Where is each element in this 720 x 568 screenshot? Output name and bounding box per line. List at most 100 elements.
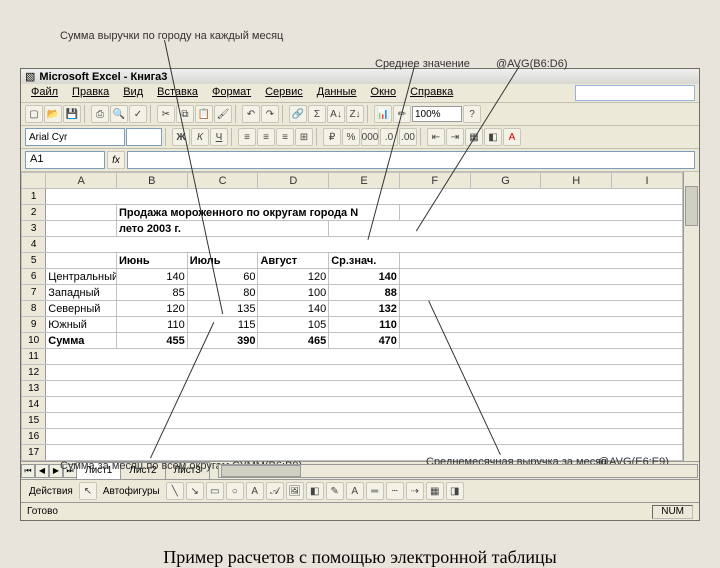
col-h[interactable]: H — [541, 173, 612, 189]
vertical-scrollbar[interactable] — [683, 172, 699, 461]
menu-data[interactable]: Данные — [311, 85, 363, 101]
align-left-icon[interactable]: ≡ — [238, 128, 256, 146]
status-bar: Готово NUM — [21, 502, 699, 520]
row-14: 14 — [22, 397, 683, 413]
window-title: Microsoft Excel - Книга3 — [39, 71, 167, 83]
merge-icon[interactable]: ⊞ — [295, 128, 313, 146]
redo-icon[interactable]: ↷ — [261, 105, 279, 123]
save-icon[interactable]: 💾 — [63, 105, 81, 123]
underline-icon[interactable]: Ч — [210, 128, 228, 146]
arrow-icon[interactable]: ↘ — [186, 482, 204, 500]
arrowstyle-icon[interactable]: ⇢ — [406, 482, 424, 500]
linestyle-icon[interactable]: ═ — [366, 482, 384, 500]
chart-icon[interactable]: 📊 — [374, 105, 392, 123]
link-icon[interactable]: 🔗 — [289, 105, 307, 123]
col-b[interactable]: B — [116, 173, 187, 189]
menu-tools[interactable]: Сервис — [259, 85, 309, 101]
fill-color-icon[interactable]: ◧ — [484, 128, 502, 146]
draw-actions[interactable]: Действия — [25, 486, 77, 497]
cell-title[interactable]: Продажа мороженного по округам города N — [116, 205, 399, 221]
row-10: 10 Сумма 455 390 465 470 — [22, 333, 683, 349]
oval-icon[interactable]: ○ — [226, 482, 244, 500]
wordart-icon[interactable]: 𝒜 — [266, 482, 284, 500]
indent-dec-icon[interactable]: ⇤ — [427, 128, 445, 146]
titlebar: ▧ Microsoft Excel - Книга3 — [21, 69, 699, 84]
menu-view[interactable]: Вид — [117, 85, 149, 101]
menu-file[interactable]: Файл — [25, 85, 64, 101]
percent-icon[interactable]: % — [342, 128, 360, 146]
row-16: 16 — [22, 429, 683, 445]
help-icon[interactable]: ? — [463, 105, 481, 123]
align-center-icon[interactable]: ≡ — [257, 128, 275, 146]
drawing-toolbar: Действия ↖ Автофигуры ╲ ↘ ▭ ○ A 𝒜 🖼 ◧ ✎ … — [21, 479, 699, 502]
sort-asc-icon[interactable]: A↓ — [327, 105, 345, 123]
rect-icon[interactable]: ▭ — [206, 482, 224, 500]
textbox-icon[interactable]: A — [246, 482, 264, 500]
3d-icon[interactable]: ◨ — [446, 482, 464, 500]
row-6: 6 Центральный 140 60 120 140 — [22, 269, 683, 285]
open-icon[interactable]: 📂 — [44, 105, 62, 123]
comma-icon[interactable]: 000 — [361, 128, 379, 146]
italic-icon[interactable]: К — [191, 128, 209, 146]
status-num: NUM — [652, 505, 693, 519]
row-12: 12 — [22, 365, 683, 381]
help-search-input[interactable] — [575, 85, 695, 101]
clipart-icon[interactable]: 🖼 — [286, 482, 304, 500]
currency-icon[interactable]: ₽ — [323, 128, 341, 146]
row-2: 2Продажа мороженного по округам города N — [22, 205, 683, 221]
col-a[interactable]: A — [46, 173, 117, 189]
print-icon[interactable]: ⎙ — [91, 105, 109, 123]
name-box[interactable]: A1 — [25, 151, 105, 169]
sort-desc-icon[interactable]: Z↓ — [346, 105, 364, 123]
formula-bar[interactable] — [127, 151, 695, 169]
col-g[interactable]: G — [470, 173, 541, 189]
standard-toolbar: ▢ 📂 💾 ⎙ 🔍 ✓ ✂ ⧉ 📋 🖌 ↶ ↷ 🔗 Σ A↓ Z↓ 📊 ✏ 10… — [21, 103, 699, 126]
tab-nav-first[interactable]: ⏮ — [21, 464, 35, 478]
worksheet-grid[interactable]: A B C D E F G H I 1 2Продажа мороженного… — [21, 172, 683, 461]
new-icon[interactable]: ▢ — [25, 105, 43, 123]
cut-icon[interactable]: ✂ — [157, 105, 175, 123]
figure-caption: Пример расчетов с помощью электронной та… — [0, 529, 720, 568]
paste-icon[interactable]: 📋 — [195, 105, 213, 123]
dec-dec-icon[interactable]: .00 — [399, 128, 417, 146]
pointer-icon[interactable]: ↖ — [79, 482, 97, 500]
sum-icon[interactable]: Σ — [308, 105, 326, 123]
fmt-painter-icon[interactable]: 🖌 — [214, 105, 232, 123]
row-7: 7 Западный 85 80 100 88 — [22, 285, 683, 301]
menu-window[interactable]: Окно — [365, 85, 403, 101]
row-15: 15 — [22, 413, 683, 429]
size-combo[interactable] — [126, 128, 162, 146]
cell-subtitle[interactable]: лето 2003 г. — [116, 221, 328, 237]
shadow-icon[interactable]: ▦ — [426, 482, 444, 500]
col-f[interactable]: F — [399, 173, 470, 189]
menu-edit[interactable]: Правка — [66, 85, 115, 101]
select-all[interactable] — [22, 173, 46, 189]
bold-icon[interactable]: Ж — [172, 128, 190, 146]
font-combo[interactable]: Arial Cyr — [25, 128, 125, 146]
fill-icon[interactable]: ◧ — [306, 482, 324, 500]
align-right-icon[interactable]: ≡ — [276, 128, 294, 146]
linecolor-icon[interactable]: ✎ — [326, 482, 344, 500]
preview-icon[interactable]: 🔍 — [110, 105, 128, 123]
zoom-combo[interactable]: 100% — [412, 106, 462, 122]
indent-inc-icon[interactable]: ⇥ — [446, 128, 464, 146]
undo-icon[interactable]: ↶ — [242, 105, 260, 123]
horizontal-scrollbar[interactable] — [218, 464, 698, 478]
font-color-icon[interactable]: A — [503, 128, 521, 146]
menu-help[interactable]: Справка — [404, 85, 459, 101]
col-d[interactable]: D — [258, 173, 329, 189]
line-icon[interactable]: ╲ — [166, 482, 184, 500]
annot-city-sum: Сумма выручки по городу на каждый месяц — [60, 30, 283, 42]
tab-nav-prev[interactable]: ◀ — [35, 464, 49, 478]
col-c[interactable]: C — [187, 173, 258, 189]
col-i[interactable]: I — [612, 173, 683, 189]
fontcolor-icon[interactable]: A — [346, 482, 364, 500]
col-e[interactable]: E — [329, 173, 400, 189]
menu-format[interactable]: Формат — [206, 85, 257, 101]
draw-autoshapes[interactable]: Автофигуры — [99, 486, 164, 497]
spell-icon[interactable]: ✓ — [129, 105, 147, 123]
excel-icon: ▧ — [25, 70, 35, 83]
dash-icon[interactable]: ┄ — [386, 482, 404, 500]
fx-button[interactable]: fx — [107, 151, 125, 169]
annot-month-sum: Сумма за месяц по всем округам — [60, 460, 229, 472]
